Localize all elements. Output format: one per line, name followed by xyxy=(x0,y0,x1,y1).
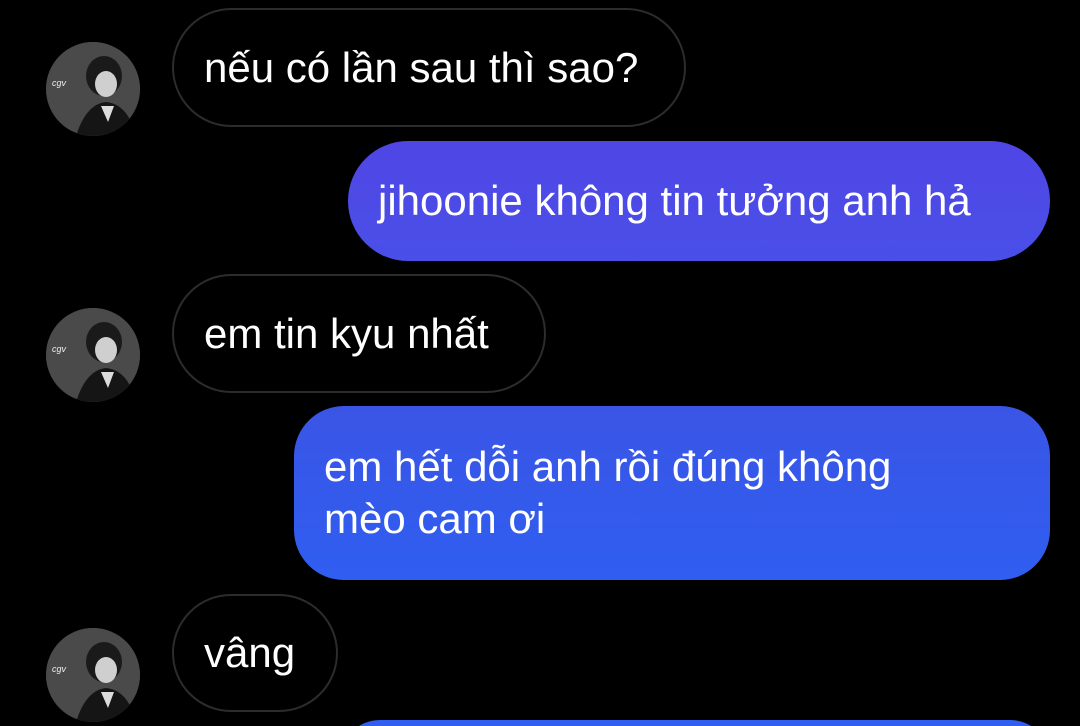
avatar-photo-icon: cgv xyxy=(46,308,140,402)
message-text: nếu có lần sau thì sao? xyxy=(204,43,639,91)
outgoing-message-bubble[interactable]: jihoonie không tin tưởng anh hả xyxy=(348,141,1050,261)
message-text-line: mèo cam ơi xyxy=(324,495,546,542)
avatar-photo-icon: cgv xyxy=(46,628,140,722)
contact-avatar[interactable]: cgv xyxy=(46,42,140,136)
chat-thread: cgv nếu có lần sau thì sao? jihoonie khô… xyxy=(0,0,1080,726)
message-text: em tin kyu nhất xyxy=(204,309,489,357)
incoming-message-bubble[interactable]: em tin kyu nhất xyxy=(172,274,546,393)
incoming-message-bubble[interactable]: nếu có lần sau thì sao? xyxy=(172,8,686,127)
svg-text:cgv: cgv xyxy=(52,344,67,354)
contact-avatar[interactable]: cgv xyxy=(46,628,140,722)
contact-avatar[interactable]: cgv xyxy=(46,308,140,402)
message-text-line: em hết dỗi anh rồi đúng không xyxy=(324,443,892,490)
avatar-photo-icon: cgv xyxy=(46,42,140,136)
outgoing-message-bubble-partial xyxy=(340,720,1050,726)
svg-text:cgv: cgv xyxy=(52,78,67,88)
message-text: vâng xyxy=(204,629,296,676)
incoming-message-bubble[interactable]: vâng xyxy=(172,594,338,712)
outgoing-message-bubble[interactable]: em hết dỗi anh rồi đúng không mèo cam ơi xyxy=(294,406,1050,580)
svg-text:cgv: cgv xyxy=(52,664,67,674)
message-text: jihoonie không tin tưởng anh hả xyxy=(378,177,971,224)
